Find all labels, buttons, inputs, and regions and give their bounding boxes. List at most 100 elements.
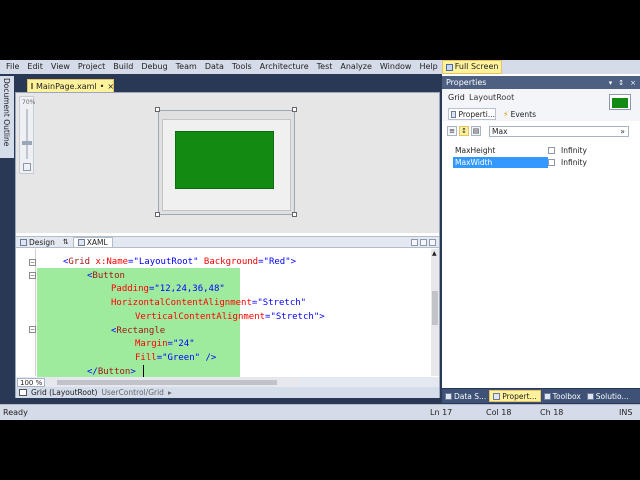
tab-xaml[interactable]: XAML	[72, 237, 113, 247]
property-marker-icon[interactable]	[548, 158, 555, 166]
code-line: VerticalContentAlignment="Stretch">	[135, 310, 325, 324]
properties-toolbar: ≡ ↕ ▤ Max »	[447, 125, 635, 137]
code-token: "LayoutRoot"	[133, 257, 199, 267]
scroll-up-icon[interactable]: ▲	[432, 250, 437, 257]
tab-events[interactable]: ⚡ Events	[503, 108, 536, 120]
code-line: <Button	[87, 269, 125, 283]
collapse-pane-icon[interactable]	[429, 238, 436, 246]
code-scroll-thumb[interactable]	[432, 291, 438, 325]
properties-title-bar: Properties ▾ ↕ ×	[442, 76, 640, 89]
menu-project[interactable]: Project	[74, 60, 109, 74]
resize-handle-top-right[interactable]	[292, 107, 297, 112]
rectangle-preview[interactable]	[175, 131, 274, 189]
close-tab-icon[interactable]: ×	[107, 82, 114, 91]
code-vertical-scrollbar[interactable]: ▲	[431, 249, 439, 376]
zoom-level-select[interactable]: 100 %	[17, 377, 46, 387]
zoom-thumb[interactable]	[22, 141, 32, 145]
menu-view[interactable]: View	[47, 60, 74, 74]
events-lightning-icon: ⚡	[503, 109, 509, 119]
resize-handle-bottom-right[interactable]	[292, 212, 297, 217]
close-panel-icon[interactable]: ×	[630, 79, 636, 87]
code-token: "Stretch"	[270, 311, 320, 322]
menu-debug[interactable]: Debug	[137, 60, 171, 74]
properties-window-icon	[493, 392, 501, 400]
tab-solution-label: Solutio...	[595, 391, 629, 401]
menu-window[interactable]: Window	[376, 60, 416, 74]
menu-file[interactable]: File	[2, 60, 23, 74]
code-lines: <Grid x:Name="LayoutRoot" Background="Re…	[63, 255, 431, 380]
auto-hide-pin-icon[interactable]: ↕	[618, 79, 624, 87]
code-token: "Red"	[263, 257, 291, 267]
element-name[interactable]: LayoutRoot	[469, 93, 514, 102]
menu-data[interactable]: Data	[201, 60, 228, 74]
menu-edit[interactable]: Edit	[23, 60, 47, 74]
categorized-view-icon[interactable]: ≡	[447, 126, 457, 136]
clear-search-icon[interactable]: »	[620, 127, 625, 136]
code-hscroll-thumb[interactable]	[57, 379, 278, 385]
split-layout-controls	[411, 238, 439, 246]
swap-panes-icon[interactable]: ⇅	[59, 238, 73, 246]
property-row-maxheight[interactable]: MaxHeight Infinity	[453, 144, 633, 156]
document-outline-tab[interactable]: Document Outline	[0, 76, 14, 158]
zoom-slider[interactable]: 70%	[19, 96, 35, 174]
vertical-split-icon[interactable]	[411, 238, 418, 246]
property-value[interactable]: Infinity	[561, 146, 587, 155]
window-position-icon[interactable]: ▾	[609, 79, 613, 87]
collapse-button-icon[interactable]: −	[29, 272, 36, 279]
tab-xaml-label: XAML	[86, 238, 108, 247]
menu-architecture[interactable]: Architecture	[256, 60, 313, 74]
modified-indicator: •	[99, 81, 105, 91]
code-token: Padding	[111, 284, 149, 295]
fit-to-screen-icon[interactable]	[23, 163, 31, 171]
resize-handle-top-left[interactable]	[155, 107, 160, 112]
status-bar: Ready Ln 17 Col 18 Ch 18 INS	[0, 404, 640, 420]
code-line: Fill="Green" />	[135, 351, 216, 365]
code-token: Background	[198, 257, 259, 267]
code-token: />	[200, 352, 217, 363]
menu-help[interactable]: Help	[415, 60, 441, 74]
property-search-input[interactable]: Max »	[489, 125, 629, 137]
property-marker-icon[interactable]	[548, 146, 555, 154]
property-name: MaxHeight	[455, 145, 496, 155]
code-horizontal-scrollbar[interactable]	[49, 378, 300, 386]
code-token: >	[319, 311, 325, 322]
tool-window-tabs: Data S... Propert... Toolbox Solutio...	[442, 389, 640, 403]
code-token: </	[87, 366, 98, 377]
collapse-rectangle-icon[interactable]: −	[29, 326, 36, 333]
breadcrumb: Grid (LayoutRoot) UserControl/Grid ▸	[16, 387, 439, 398]
menu-tools[interactable]: Tools	[228, 60, 256, 74]
collapse-grid-icon[interactable]: −	[29, 259, 36, 266]
menu-test[interactable]: Test	[313, 60, 337, 74]
code-line: <Rectangle	[111, 324, 165, 338]
menu-team[interactable]: Team	[172, 60, 201, 74]
menu-analyze[interactable]: Analyze	[336, 60, 376, 74]
resize-handle-bottom-left[interactable]	[155, 212, 160, 217]
tab-design[interactable]: Design	[16, 237, 59, 247]
property-pages-icon[interactable]: ▤	[471, 126, 481, 136]
document-tab-mainpage[interactable]: MainPage.xaml • ×	[27, 79, 114, 92]
property-row-maxwidth[interactable]: MaxWidth Infinity	[453, 156, 633, 168]
alphabetical-sort-icon[interactable]: ↕	[459, 126, 469, 136]
breadcrumb-current[interactable]: Grid (LayoutRoot)	[31, 388, 97, 397]
element-preview-swatch	[609, 94, 631, 110]
property-value[interactable]: Infinity	[561, 158, 587, 167]
breadcrumb-arrow-icon[interactable]: ▸	[168, 388, 172, 397]
code-token: VerticalContentAlignment	[135, 311, 266, 322]
breadcrumb-path[interactable]: UserControl/Grid	[101, 388, 163, 397]
full-screen-button[interactable]: Full Screen	[441, 60, 503, 74]
tab-properties-window[interactable]: Propert...	[489, 390, 541, 402]
tab-toolbox-label: Toolbox	[552, 391, 581, 401]
menu-build[interactable]: Build	[109, 60, 137, 74]
tab-data-sources[interactable]: Data S...	[442, 390, 489, 402]
tab-events-label: Events	[510, 109, 537, 119]
tab-toolbox[interactable]: Toolbox	[541, 390, 584, 402]
horizontal-split-icon[interactable]	[420, 238, 427, 246]
status-line: Ln 17	[430, 408, 453, 417]
solution-explorer-icon	[586, 392, 594, 400]
tab-properties[interactable]: Properti...	[448, 108, 496, 120]
tab-solution-explorer[interactable]: Solutio...	[584, 390, 632, 402]
code-line: <Grid x:Name="LayoutRoot" Background="Re…	[63, 255, 296, 269]
status-column: Col 18	[486, 408, 512, 417]
tab-data-sources-label: Data S...	[454, 391, 487, 401]
code-line: Margin="24"	[135, 337, 195, 351]
